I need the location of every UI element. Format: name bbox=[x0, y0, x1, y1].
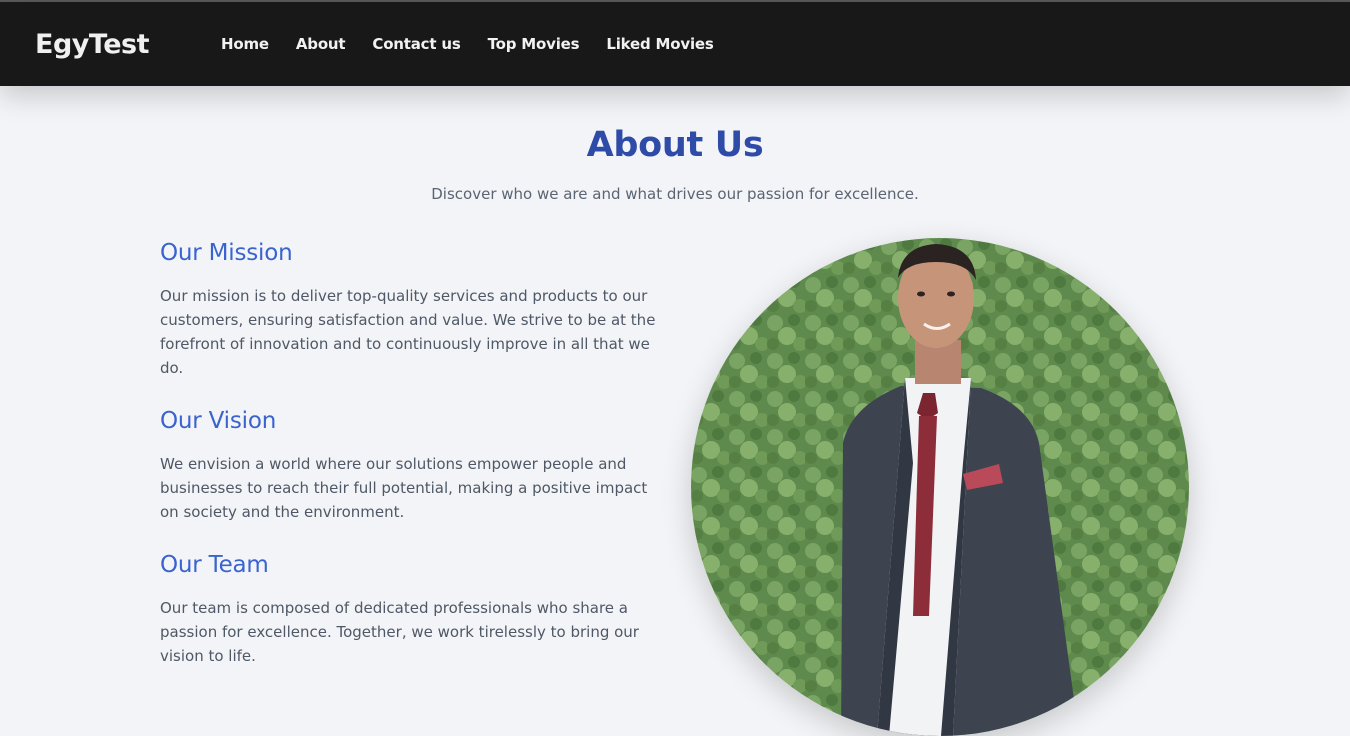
about-content: Our Mission Our mission is to deliver to… bbox=[160, 240, 665, 696]
team-section: Our Team Our team is composed of dedicat… bbox=[160, 552, 665, 668]
vision-section: Our Vision We envision a world where our… bbox=[160, 408, 665, 524]
nav-top-movies[interactable]: Top Movies bbox=[488, 35, 580, 53]
vision-title: Our Vision bbox=[160, 408, 277, 434]
team-member-photo bbox=[691, 238, 1189, 736]
navbar: EgyTest Home About Contact us Top Movies… bbox=[0, 2, 1350, 86]
mission-title: Our Mission bbox=[160, 240, 293, 266]
mission-text: Our mission is to deliver top-quality se… bbox=[160, 287, 656, 377]
nav-links: Home About Contact us Top Movies Liked M… bbox=[221, 35, 741, 53]
nav-home[interactable]: Home bbox=[221, 35, 269, 53]
vision-text: We envision a world where our solutions … bbox=[160, 455, 648, 521]
nav-contact[interactable]: Contact us bbox=[372, 35, 460, 53]
team-text: Our team is composed of dedicated profes… bbox=[160, 599, 639, 665]
page-subtitle: Discover who we are and what drives our … bbox=[431, 185, 919, 203]
nav-about[interactable]: About bbox=[296, 35, 346, 53]
page-title: About Us bbox=[586, 125, 764, 165]
team-title: Our Team bbox=[160, 552, 269, 578]
mission-section: Our Mission Our mission is to deliver to… bbox=[160, 240, 665, 380]
brand-logo[interactable]: EgyTest bbox=[35, 29, 150, 60]
nav-liked-movies[interactable]: Liked Movies bbox=[606, 35, 713, 53]
